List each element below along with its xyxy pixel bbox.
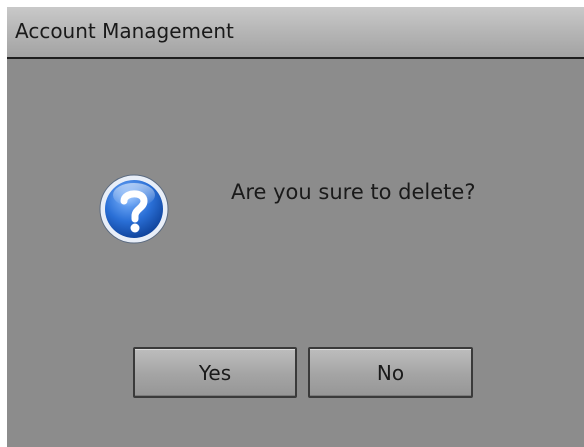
yes-button[interactable]: Yes	[133, 347, 297, 398]
dialog-title: Account Management	[15, 19, 234, 43]
question-icon	[98, 173, 170, 245]
dialog-titlebar[interactable]: Account Management	[7, 7, 584, 59]
dialog-message: Are you sure to delete?	[231, 180, 476, 204]
no-button[interactable]: No	[308, 347, 473, 398]
confirm-dialog: Account Management Are you sure to delet…	[7, 7, 584, 447]
